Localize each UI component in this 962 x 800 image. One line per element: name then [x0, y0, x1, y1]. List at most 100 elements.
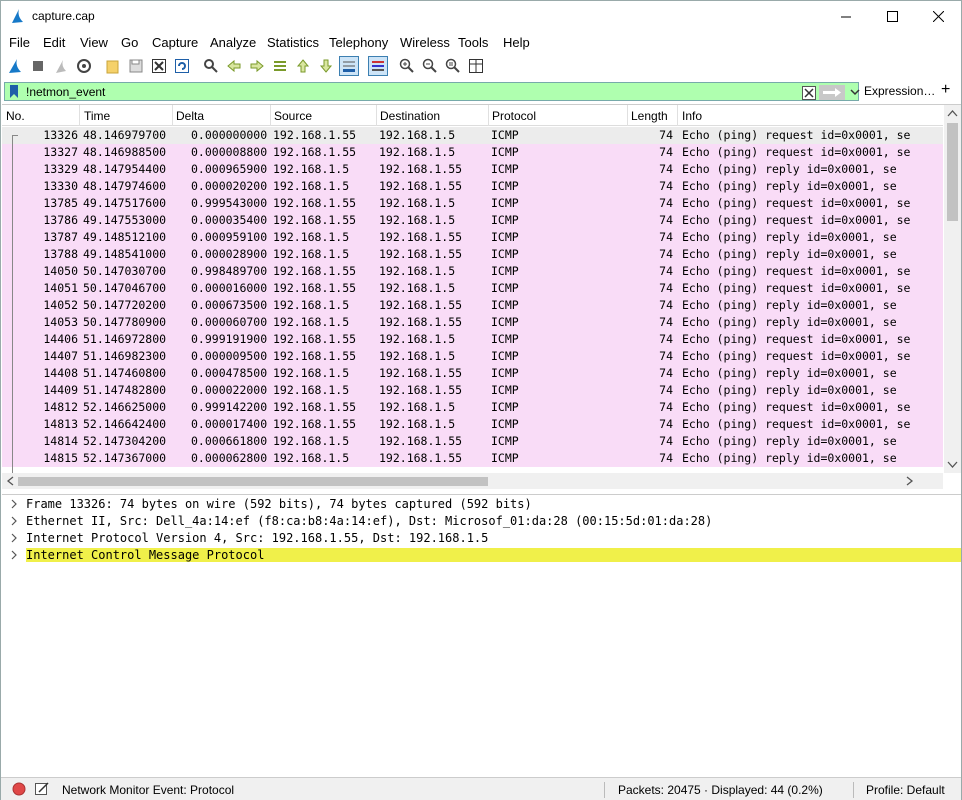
menu-file[interactable]: File	[9, 35, 30, 50]
scroll-left-icon[interactable]	[4, 473, 18, 489]
zoom-in-button[interactable]	[397, 56, 417, 76]
detail-icmp[interactable]: Internet Control Message Protocol	[2, 547, 961, 564]
table-row[interactable]: 13327 48.146988500 0.000008800 192.168.1.55…	[2, 144, 943, 161]
menu-telephony[interactable]: Telephony	[329, 35, 388, 50]
table-row[interactable]: 14052 50.147720200 0.000673500 192.168.1.5 1…	[2, 297, 943, 314]
column-no[interactable]: No.	[6, 109, 25, 123]
cell-protocol: ICMP	[491, 434, 519, 448]
table-row[interactable]: 13329 48.147954400 0.000965900 192.168.1.5 1…	[2, 161, 943, 178]
table-row[interactable]: 13330 48.147974600 0.000020200 192.168.1.5 1…	[2, 178, 943, 195]
menu-help[interactable]: Help	[503, 35, 530, 50]
find-packet-button[interactable]	[201, 56, 221, 76]
table-row[interactable]: 14406 51.146972800 0.999191900 192.168.1.55…	[2, 331, 943, 348]
chevron-down-icon[interactable]	[850, 86, 860, 98]
filter-text[interactable]: !netmon_event	[26, 85, 105, 99]
expand-arrow-icon[interactable]	[10, 533, 18, 543]
close-file-button[interactable]	[149, 56, 169, 76]
save-file-button[interactable]	[126, 56, 146, 76]
table-row[interactable]: 13787 49.148512100 0.000959100 192.168.1.5 1…	[2, 229, 943, 246]
menu-tools[interactable]: Tools	[458, 35, 488, 50]
table-row[interactable]: 14408 51.147460800 0.000478500 192.168.1.5 1…	[2, 365, 943, 382]
zoom-out-button[interactable]	[420, 56, 440, 76]
table-row[interactable]: 14409 51.147482800 0.000022000 192.168.1.5 1…	[2, 382, 943, 399]
menu-go[interactable]: Go	[121, 35, 138, 50]
colorize-button[interactable]	[368, 56, 388, 76]
cell-delta: 0.000478500	[191, 366, 268, 380]
menu-capture[interactable]: Capture	[152, 35, 198, 50]
go-last-button[interactable]	[316, 56, 336, 76]
cell-info: Echo (ping) reply id=0x0001, se	[682, 247, 897, 261]
add-filter-button[interactable]: +	[941, 81, 950, 99]
stop-capture-button[interactable]	[28, 56, 48, 76]
column-source[interactable]: Source	[274, 109, 312, 123]
expand-arrow-icon[interactable]	[10, 499, 18, 509]
open-file-button[interactable]	[103, 56, 123, 76]
detail-ipv4[interactable]: Internet Protocol Version 4, Src: 192.16…	[2, 530, 961, 547]
start-capture-button[interactable]	[5, 56, 25, 76]
column-info[interactable]: Info	[682, 109, 702, 123]
menu-wireless[interactable]: Wireless	[400, 35, 450, 50]
column-time[interactable]: Time	[84, 109, 110, 123]
menu-analyze[interactable]: Analyze	[210, 35, 256, 50]
resize-columns-button[interactable]	[466, 56, 486, 76]
table-row[interactable]: 14814 52.147304200 0.000661800 192.168.1.5 1…	[2, 433, 943, 450]
go-forward-button[interactable]	[247, 56, 267, 76]
cell-destination: 192.168.1.5	[379, 400, 456, 414]
scroll-down-icon[interactable]	[944, 457, 961, 471]
profile-indicator[interactable]: Profile: Default	[866, 783, 945, 797]
table-row[interactable]: 14815 52.147367000 0.000062800 192.168.1.5 1…	[2, 450, 943, 467]
column-delta[interactable]: Delta	[176, 109, 204, 123]
detail-frame[interactable]: Frame 13326: 74 bytes on wire (592 bits)…	[2, 496, 961, 513]
table-row[interactable]: 14813 52.146642400 0.000017400 192.168.1.55…	[2, 416, 943, 433]
menu-statistics[interactable]: Statistics	[267, 35, 319, 50]
table-row[interactable]: 13326 48.146979700 0.000000000 192.168.1.55…	[2, 127, 943, 144]
edit-comment-icon[interactable]	[34, 781, 50, 797]
table-row[interactable]: 14053 50.147780900 0.000060700 192.168.1.5 1…	[2, 314, 943, 331]
apply-filter-button[interactable]	[819, 85, 845, 100]
cell-length: 74	[659, 315, 673, 329]
go-to-packet-button[interactable]	[270, 56, 290, 76]
packet-list-hscrollbar[interactable]	[2, 473, 943, 489]
table-row[interactable]: 14812 52.146625000 0.999142200 192.168.1.55…	[2, 399, 943, 416]
column-length[interactable]: Length	[631, 109, 668, 123]
hscroll-thumb[interactable]	[18, 477, 488, 486]
cell-time: 48.146979700	[83, 128, 167, 142]
table-row[interactable]: 13785 49.147517600 0.999543000 192.168.1.55…	[2, 195, 943, 212]
vscroll-thumb[interactable]	[947, 123, 958, 221]
cell-protocol: ICMP	[491, 213, 519, 227]
column-protocol[interactable]: Protocol	[492, 109, 536, 123]
capture-status-icon[interactable]	[12, 782, 26, 796]
table-row[interactable]: 14407 51.146982300 0.000009500 192.168.1.55…	[2, 348, 943, 365]
menu-edit[interactable]: Edit	[43, 35, 65, 50]
zoom-reset-button[interactable]	[443, 56, 463, 76]
packet-list-header: No. Time Delta Source Destination Protoc…	[2, 105, 943, 126]
maximize-button[interactable]	[869, 1, 915, 32]
display-filter-input[interactable]: !netmon_event	[4, 82, 860, 101]
capture-options-button[interactable]	[74, 56, 94, 76]
go-back-button[interactable]	[224, 56, 244, 76]
column-destination[interactable]: Destination	[380, 109, 440, 123]
clear-filter-icon[interactable]	[802, 86, 816, 100]
packet-list-vscrollbar[interactable]	[944, 105, 961, 473]
table-row[interactable]: 13786 49.147553000 0.000035400 192.168.1.55…	[2, 212, 943, 229]
scroll-up-icon[interactable]	[944, 107, 961, 121]
cell-info: Echo (ping) request id=0x0001, se	[682, 349, 911, 363]
table-row[interactable]: 14051 50.147046700 0.000016000 192.168.1.55…	[2, 280, 943, 297]
restart-icon	[56, 60, 66, 73]
restart-capture-button[interactable]	[51, 56, 71, 76]
reload-file-button[interactable]	[172, 56, 192, 76]
menu-view[interactable]: View	[80, 35, 108, 50]
detail-ethernet[interactable]: Ethernet II, Src: Dell_4a:14:ef (f8:ca:b…	[2, 513, 961, 530]
table-row[interactable]: 14050 50.147030700 0.998489700 192.168.1.55…	[2, 263, 943, 280]
expression-button[interactable]: Expression…	[864, 84, 935, 98]
scroll-right-icon[interactable]	[902, 473, 916, 489]
bookmark-icon[interactable]	[7, 84, 21, 99]
autoscroll-button[interactable]	[339, 56, 359, 76]
go-first-button[interactable]	[293, 56, 313, 76]
table-row[interactable]: 13788 49.148541000 0.000028900 192.168.1.5 1…	[2, 246, 943, 263]
close-button[interactable]	[915, 1, 961, 32]
expand-arrow-icon[interactable]	[10, 550, 18, 560]
expand-arrow-icon[interactable]	[10, 516, 18, 526]
minimize-button[interactable]	[823, 1, 869, 32]
go-to-packet-icon	[274, 61, 286, 71]
